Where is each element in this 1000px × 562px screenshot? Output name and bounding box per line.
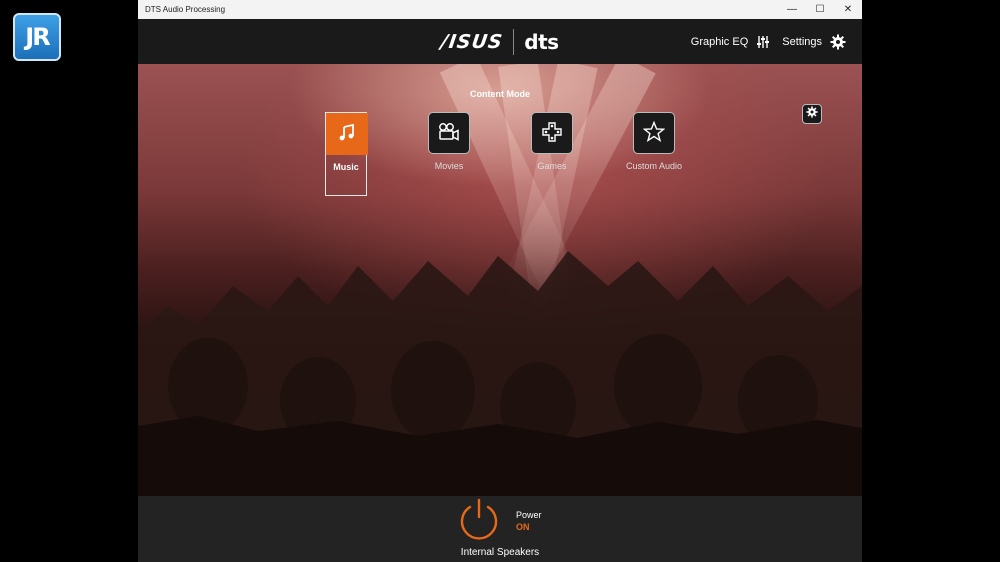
crowd-silhouette: [138, 251, 862, 496]
mode-music[interactable]: Music: [325, 112, 368, 196]
power-label: Power: [516, 510, 542, 520]
mode-custom-audio-label: Custom Audio: [625, 161, 683, 171]
jr-logo: JR: [13, 13, 61, 61]
dts-logo: dts: [524, 29, 559, 54]
mode-games[interactable]: Games: [510, 112, 594, 171]
mode-games-label: Games: [537, 161, 567, 171]
title-bar: DTS Audio Processing — ☐ ✕: [138, 0, 862, 19]
content-mode-title: Content Mode: [470, 89, 530, 99]
footer-bar: Power ON Internal Speakers: [138, 496, 862, 562]
jr-logo-text: JR: [25, 23, 50, 51]
window-title: DTS Audio Processing: [145, 5, 226, 14]
power-status: ON: [516, 522, 530, 532]
mode-custom-audio[interactable]: Custom Audio: [612, 112, 696, 171]
app-header: /ISUS dts Graphic EQ Settings: [138, 19, 862, 64]
concert-background-image: [138, 64, 862, 496]
brand-logos: /ISUS dts: [439, 28, 559, 55]
mode-movies-tile[interactable]: [428, 112, 470, 154]
movie-camera-icon: [437, 122, 461, 144]
close-button[interactable]: ✕: [834, 0, 862, 19]
header-actions: Graphic EQ Settings: [691, 19, 852, 64]
star-icon: [642, 120, 666, 145]
equalizer-icon[interactable]: [756, 35, 770, 49]
mode-movies-label: Movies: [434, 161, 464, 171]
output-device-label[interactable]: Internal Speakers: [138, 547, 862, 558]
gear-icon: [806, 105, 818, 123]
music-note-icon: [337, 123, 357, 145]
mode-games-tile[interactable]: [531, 112, 573, 154]
maximize-button[interactable]: ☐: [806, 0, 834, 19]
gear-icon[interactable]: [830, 34, 846, 50]
mode-music-label: Music: [333, 162, 359, 172]
minimize-button[interactable]: —: [778, 0, 806, 19]
asus-logo: /ISUS: [439, 30, 505, 53]
mode-custom-audio-tile[interactable]: [633, 112, 675, 154]
power-icon: [460, 498, 498, 540]
brand-divider: [513, 28, 515, 55]
gamepad-icon: [541, 121, 563, 145]
app-window: DTS Audio Processing — ☐ ✕ /ISUS dts Gra…: [138, 0, 862, 562]
graphic-eq-button[interactable]: Graphic EQ: [691, 36, 748, 48]
mode-music-tile[interactable]: [326, 113, 368, 155]
mode-movies[interactable]: Movies: [407, 112, 491, 171]
power-button[interactable]: [458, 497, 500, 543]
settings-button[interactable]: Settings: [782, 36, 822, 48]
custom-audio-settings-button[interactable]: [802, 104, 822, 124]
